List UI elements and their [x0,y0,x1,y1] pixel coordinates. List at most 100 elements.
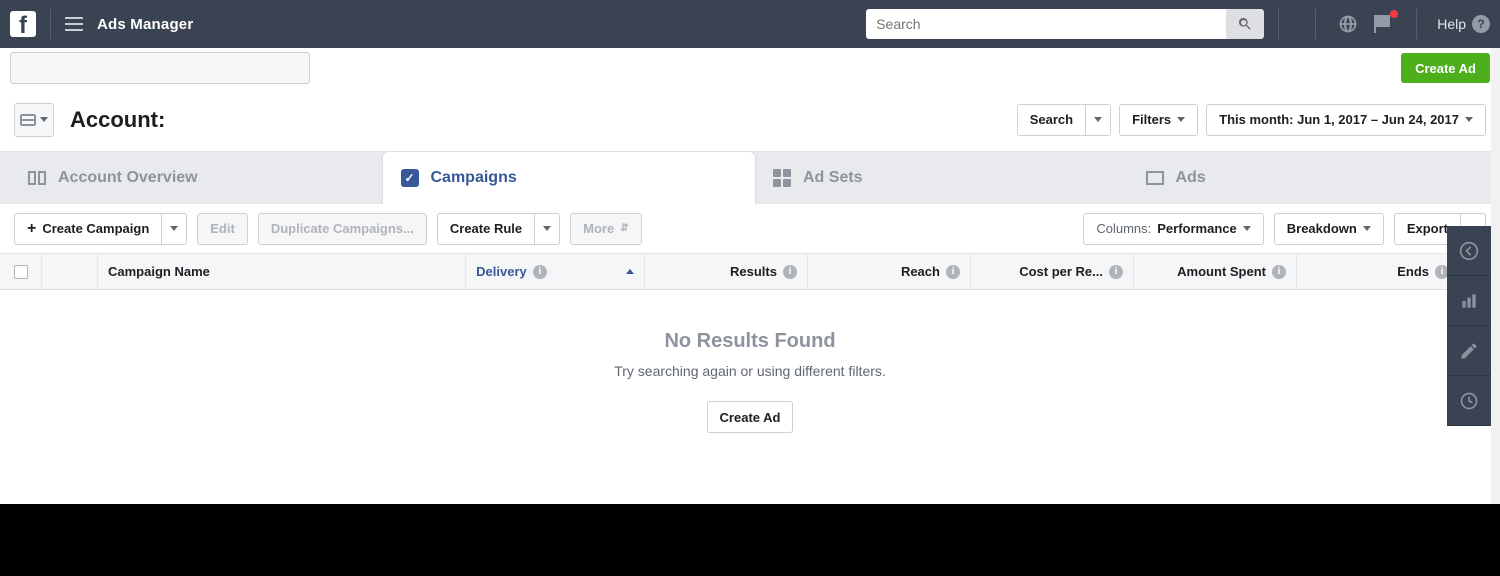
chevron-down-icon [1465,117,1473,122]
col-label: Campaign Name [108,264,210,279]
col-cost[interactable]: Cost per Re... i [971,254,1134,289]
menu-icon[interactable] [65,17,83,31]
sort-asc-icon [626,269,634,274]
empty-state: No Results Found Try searching again or … [0,290,1500,453]
chevron-down-icon [1363,226,1371,231]
top-navbar: f Ads Manager Help ? [0,0,1500,48]
create-rule-button[interactable]: Create Rule [437,213,534,245]
filters-button[interactable]: Filters [1119,104,1198,136]
account-switcher-button[interactable] [14,103,54,137]
col-delivery[interactable]: Delivery i [466,254,645,289]
col-label: Ends [1397,264,1429,279]
empty-create-ad-button[interactable]: Create Ad [707,401,794,433]
create-rule-dropdown[interactable] [534,213,560,245]
grid-icon [773,169,791,187]
account-bar: Account: Search Filters This month: Jun … [0,88,1500,152]
duplicate-button[interactable]: Duplicate Campaigns... [258,213,427,245]
global-search-button[interactable] [1226,9,1264,39]
account-select-dropdown[interactable] [10,52,310,84]
notifications-globe-icon[interactable] [1336,12,1360,36]
overview-icon [28,171,46,185]
col-campaign-name[interactable]: Campaign Name [98,254,466,289]
help-icon[interactable]: ? [1472,15,1490,33]
info-icon[interactable]: i [783,265,797,279]
rail-history-button[interactable] [1447,376,1491,426]
create-campaign-split[interactable]: + Create Campaign [14,213,187,245]
facebook-logo[interactable]: f [10,11,36,37]
info-icon[interactable]: i [533,265,547,279]
separator [1278,9,1279,39]
col-results[interactable]: Results i [645,254,808,289]
empty-title: No Results Found [0,330,1500,353]
tab-label: Ads [1176,169,1206,187]
toggle-column [42,254,98,289]
tab-label: Campaigns [431,169,517,187]
date-range-label: This month: Jun 1, 2017 – Jun 24, 2017 [1219,112,1459,127]
right-rail [1447,226,1491,426]
col-label: Amount Spent [1177,264,1266,279]
create-ad-top-button[interactable]: Create Ad [1401,53,1490,83]
tab-ad-sets[interactable]: Ad Sets [755,152,1128,204]
rail-collapse-button[interactable] [1447,226,1491,276]
col-label: Results [730,264,777,279]
check-icon [401,169,419,187]
date-range-button[interactable]: This month: Jun 1, 2017 – Jun 24, 2017 [1206,104,1486,136]
global-search-input[interactable] [866,9,1226,39]
tab-label: Ad Sets [803,169,863,187]
search-dropdown[interactable] [1085,104,1111,136]
separator [50,9,51,39]
filters-label: Filters [1132,112,1171,127]
col-amount-spent[interactable]: Amount Spent i [1134,254,1297,289]
main-tabs: Account Overview Campaigns Ad Sets Ads [0,152,1500,204]
card-icon [20,114,36,126]
tab-campaigns[interactable]: Campaigns [383,152,756,204]
account-select-bar: Create Ad [0,48,1500,88]
col-reach[interactable]: Reach i [808,254,971,289]
empty-subtitle: Try searching again or using different f… [0,363,1500,379]
pencil-icon [1459,341,1479,361]
rail-edit-button[interactable] [1447,326,1491,376]
checkbox[interactable] [14,265,28,279]
tab-ads[interactable]: Ads [1128,152,1500,204]
columns-button[interactable]: Columns: Performance [1083,213,1263,245]
bar-chart-icon [1459,291,1479,311]
chevron-down-icon [40,117,48,122]
rectangle-icon [1146,171,1164,185]
separator [1416,9,1417,39]
campaign-toolbar: + Create Campaign Edit Duplicate Campaig… [0,204,1500,254]
account-title: Account: [70,107,165,133]
chevron-left-circle-icon [1459,241,1479,261]
flag-icon[interactable] [1372,12,1396,36]
chevron-down-icon [1243,226,1251,231]
help-link[interactable]: Help [1437,16,1466,32]
table-header: Campaign Name Delivery i Results i Reach… [0,254,1500,290]
more-button[interactable]: More ⇵ [570,213,641,245]
info-icon[interactable]: i [1272,265,1286,279]
scrollbar[interactable] [1491,48,1500,504]
columns-label: Columns: [1096,221,1151,236]
button-label: More [583,221,614,236]
separator [1315,9,1316,39]
notification-badge [1390,10,1398,18]
columns-value: Performance [1157,221,1236,236]
tab-account-overview[interactable]: Account Overview [10,152,383,204]
create-campaign-dropdown[interactable] [161,213,187,245]
create-rule-split[interactable]: Create Rule [437,213,560,245]
info-icon[interactable]: i [946,265,960,279]
select-all-cell[interactable] [0,254,42,289]
search-button[interactable]: Search [1017,104,1085,136]
sort-icon: ⇵ [620,223,628,234]
chevron-down-icon [1177,117,1185,122]
col-label: Cost per Re... [1019,264,1103,279]
breakdown-button[interactable]: Breakdown [1274,213,1384,245]
button-label: Create Campaign [42,221,149,236]
rail-charts-button[interactable] [1447,276,1491,326]
create-campaign-button[interactable]: + Create Campaign [14,213,161,245]
tab-label: Account Overview [58,169,198,187]
search-split-button[interactable]: Search [1017,104,1111,136]
clock-icon [1459,391,1479,411]
col-ends[interactable]: Ends i [1297,254,1460,289]
col-label: Reach [901,264,940,279]
info-icon[interactable]: i [1109,265,1123,279]
edit-button[interactable]: Edit [197,213,248,245]
